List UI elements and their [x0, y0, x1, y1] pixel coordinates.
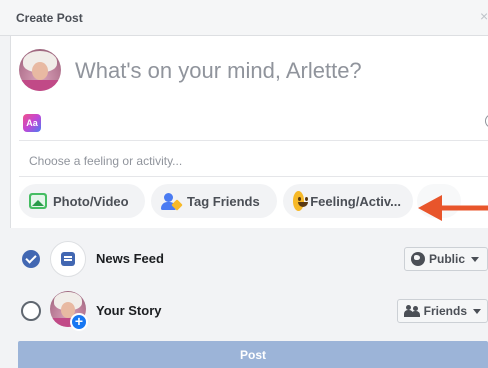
dialog-header: Create Post ×: [0, 0, 488, 36]
create-post-dialog: Create Post × What's on your mind, Arlet…: [0, 0, 488, 368]
add-story-plus-icon: +: [70, 313, 88, 331]
photo-icon: [29, 193, 47, 209]
share-news-feed-row[interactable]: News Feed Public: [0, 237, 488, 281]
divider: [19, 176, 488, 177]
close-icon[interactable]: ×: [480, 8, 488, 24]
checkbox-checked-icon[interactable]: [22, 250, 40, 268]
friends-icon: [404, 305, 420, 317]
tag-friends-label: Tag Friends: [187, 193, 260, 209]
avatar: [19, 49, 61, 91]
audience-label: Public: [429, 252, 466, 266]
photo-video-button[interactable]: Photo/Video: [19, 184, 145, 218]
share-story-row[interactable]: + Your Story Friends: [0, 289, 488, 333]
feeling-icon: [293, 191, 309, 211]
audience-dropdown-public[interactable]: Public: [404, 247, 488, 271]
globe-icon: [411, 252, 425, 266]
feeling-activity-label: Feeling/Activ...: [310, 193, 401, 209]
tag-friends-icon: [161, 192, 183, 211]
news-feed-label: News Feed: [96, 251, 164, 266]
divider: [19, 140, 488, 141]
news-feed-icon: [50, 241, 86, 277]
post-button[interactable]: Post: [18, 341, 488, 368]
audience-label: Friends: [423, 304, 467, 318]
annotation-arrow-icon: [418, 195, 488, 221]
feeling-activity-button[interactable]: Feeling/Activ...: [283, 184, 413, 218]
text-format-icon[interactable]: Aa: [23, 114, 41, 132]
caret-down-icon: [473, 308, 481, 314]
tag-friends-button[interactable]: Tag Friends: [151, 184, 277, 218]
post-text-input[interactable]: What's on your mind, Arlette?: [75, 58, 362, 84]
audience-dropdown-friends[interactable]: Friends: [397, 299, 488, 323]
photo-video-label: Photo/Video: [53, 193, 129, 209]
caret-down-icon: [471, 256, 480, 262]
your-story-label: Your Story: [96, 303, 162, 318]
feeling-activity-input[interactable]: Choose a feeling or activity...: [29, 154, 182, 168]
dialog-title: Create Post: [16, 11, 83, 25]
checkbox-unchecked-icon[interactable]: [21, 301, 41, 321]
composer-card: What's on your mind, Arlette? Aa Choose …: [10, 36, 488, 228]
